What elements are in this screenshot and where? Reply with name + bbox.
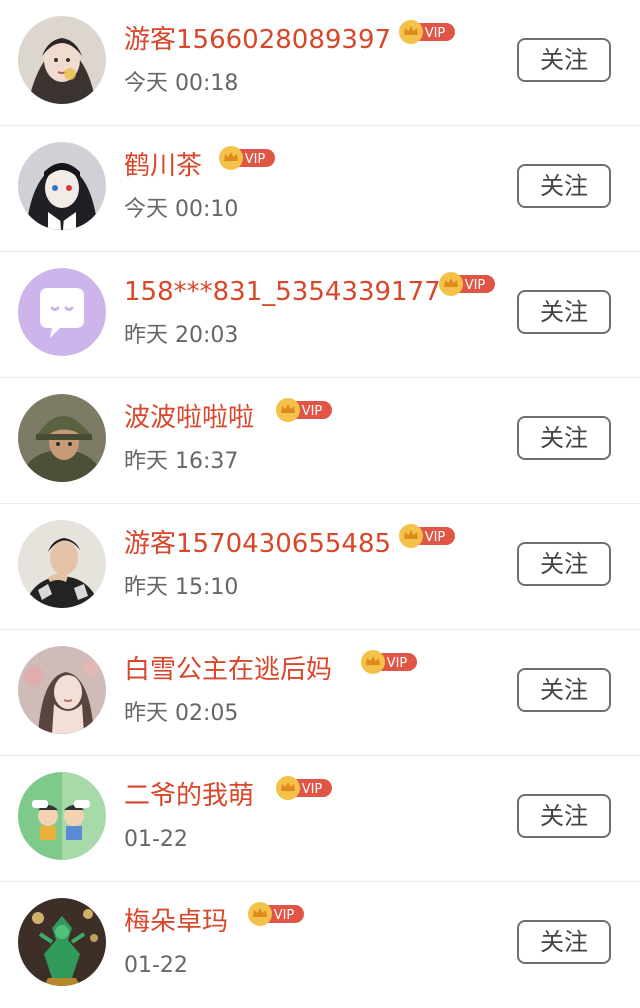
last-visit-time: 昨天 02:05 xyxy=(124,701,239,726)
user-name[interactable]: 游客1566028089397 xyxy=(124,22,391,58)
follower-list: 游客1566028089397 VIP 今天 00:18 关注 鹤川茶 VIP … xyxy=(0,0,640,1000)
vip-badge-label: VIP xyxy=(245,152,266,167)
vip-badge-label: VIP xyxy=(387,656,408,671)
last-visit-time: 今天 00:18 xyxy=(124,71,239,96)
avatar[interactable] xyxy=(18,646,106,734)
user-row[interactable]: 游客1566028089397 VIP 今天 00:18 关注 xyxy=(0,0,640,126)
vip-badge-label: VIP xyxy=(302,404,323,419)
follow-button[interactable]: 关注 xyxy=(517,416,611,460)
follow-button[interactable]: 关注 xyxy=(517,668,611,712)
user-name[interactable]: 鹤川茶 xyxy=(124,148,202,184)
avatar[interactable] xyxy=(18,268,106,356)
user-name[interactable]: 白雪公主在逃后妈 xyxy=(124,652,332,688)
avatar[interactable] xyxy=(18,394,106,482)
user-name[interactable]: 游客1570430655485 xyxy=(124,526,391,562)
user-row[interactable]: 158***831_5354339177 VIP 昨天 20:03 关注 xyxy=(0,252,640,378)
vip-badge-label: VIP xyxy=(425,26,446,41)
last-visit-time: 今天 00:10 xyxy=(124,197,239,222)
vip-badge-icon: VIP xyxy=(439,272,495,296)
vip-badge-label: VIP xyxy=(425,530,446,545)
user-row[interactable]: 游客1570430655485 VIP 昨天 15:10 关注 xyxy=(0,504,640,630)
follow-button[interactable]: 关注 xyxy=(517,290,611,334)
vip-badge-icon: VIP xyxy=(276,776,332,800)
last-visit-time: 昨天 20:03 xyxy=(124,323,239,348)
user-name[interactable]: 二爷的我萌 xyxy=(124,778,254,814)
vip-badge-icon: VIP xyxy=(248,902,304,926)
vip-badge-icon: VIP xyxy=(399,524,455,548)
avatar[interactable] xyxy=(18,520,106,608)
follow-button[interactable]: 关注 xyxy=(517,920,611,964)
user-name[interactable]: 波波啦啦啦 xyxy=(124,400,254,436)
vip-badge-icon: VIP xyxy=(219,146,275,170)
follow-button[interactable]: 关注 xyxy=(517,38,611,82)
vip-badge-label: VIP xyxy=(465,278,486,293)
user-row[interactable]: 波波啦啦啦 VIP 昨天 16:37 关注 xyxy=(0,378,640,504)
follow-button[interactable]: 关注 xyxy=(517,164,611,208)
user-row[interactable]: 二爷的我萌 VIP 01-22 关注 xyxy=(0,756,640,882)
last-visit-time: 01-22 xyxy=(124,827,188,852)
follow-button[interactable]: 关注 xyxy=(517,794,611,838)
avatar[interactable] xyxy=(18,772,106,860)
last-visit-time: 01-22 xyxy=(124,953,188,978)
vip-badge-label: VIP xyxy=(302,782,323,797)
user-row[interactable]: 鹤川茶 VIP 今天 00:10 关注 xyxy=(0,126,640,252)
vip-badge-icon: VIP xyxy=(361,650,417,674)
avatar[interactable] xyxy=(18,142,106,230)
user-name[interactable]: 158***831_5354339177 xyxy=(124,274,441,310)
user-row[interactable]: 梅朵卓玛 VIP 01-22 关注 xyxy=(0,882,640,1008)
vip-badge-icon: VIP xyxy=(276,398,332,422)
avatar[interactable] xyxy=(18,898,106,986)
last-visit-time: 昨天 15:10 xyxy=(124,575,239,600)
follow-button[interactable]: 关注 xyxy=(517,542,611,586)
vip-badge-icon: VIP xyxy=(399,20,455,44)
avatar[interactable] xyxy=(18,16,106,104)
vip-badge-label: VIP xyxy=(274,908,295,923)
user-row[interactable]: 白雪公主在逃后妈 VIP 昨天 02:05 关注 xyxy=(0,630,640,756)
last-visit-time: 昨天 16:37 xyxy=(124,449,239,474)
user-name[interactable]: 梅朵卓玛 xyxy=(124,904,228,940)
